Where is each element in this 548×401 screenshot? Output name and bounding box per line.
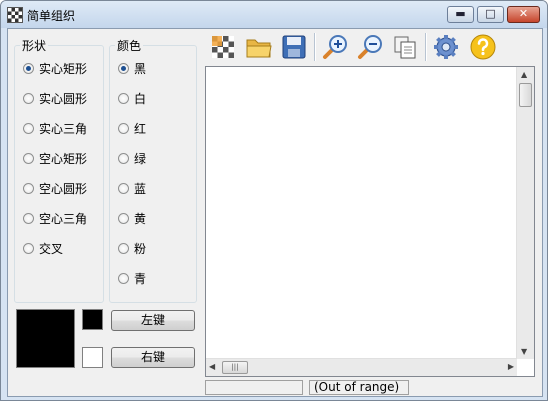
drawing-canvas[interactable]: ▲ ▼ ◀ ||| ▶ (205, 66, 535, 377)
shape-radio-label: 实心三角 (39, 121, 88, 136)
minimize-button[interactable]: ▬ (447, 6, 474, 23)
color-radio-label: 青 (134, 271, 147, 286)
shape-radio-label: 实心矩形 (39, 61, 88, 76)
radio-circle-icon[interactable] (118, 182, 129, 194)
color-radio-label: 白 (134, 91, 147, 106)
color-radio-2[interactable]: 红 (118, 120, 146, 136)
horizontal-scroll-thumb[interactable]: ||| (222, 361, 248, 374)
scroll-right-arrow-icon[interactable]: ▶ (508, 362, 514, 371)
primary-color-swatch[interactable] (16, 309, 75, 368)
radio-circle-icon[interactable] (118, 62, 129, 74)
right-color-swatch[interactable] (82, 347, 103, 368)
close-button[interactable]: ✕ (507, 6, 540, 23)
open-folder-icon[interactable] (244, 32, 274, 62)
scroll-left-arrow-icon[interactable]: ◀ (209, 362, 215, 371)
radio-circle-icon[interactable] (23, 92, 34, 104)
color-radio-1[interactable]: 白 (118, 90, 146, 106)
radio-circle-icon[interactable] (118, 212, 129, 224)
status-bar: (Out of range) (8, 379, 542, 396)
save-icon[interactable] (279, 32, 309, 62)
shape-radio-label: 实心圆形 (39, 91, 88, 106)
color-radio-5[interactable]: 黄 (118, 210, 146, 226)
toolbar-separator (425, 33, 427, 61)
checkerboard-icon[interactable] (208, 32, 238, 62)
color-radio-label: 黄 (134, 211, 147, 226)
copy-icon[interactable] (390, 32, 420, 62)
shape-radio-5[interactable]: 空心三角 (23, 210, 87, 226)
color-group: 颜色 黑白红绿蓝黄粉青 (109, 37, 197, 303)
shape-radio-3[interactable]: 空心矩形 (23, 150, 87, 166)
shape-radio-1[interactable]: 实心圆形 (23, 90, 87, 106)
zoom-out-icon[interactable] (355, 32, 385, 62)
shape-radio-6[interactable]: 交叉 (23, 240, 63, 256)
color-radio-6[interactable]: 粉 (118, 240, 146, 256)
radio-circle-icon[interactable] (118, 122, 129, 134)
shape-radio-label: 空心三角 (39, 211, 88, 226)
status-coordinates: (Out of range) (309, 380, 409, 395)
color-radio-7[interactable]: 青 (118, 270, 146, 286)
radio-circle-icon[interactable] (118, 152, 129, 164)
settings-gear-icon[interactable] (431, 32, 461, 62)
help-icon[interactable] (468, 32, 498, 62)
vertical-scrollbar[interactable]: ▲ ▼ (516, 67, 534, 359)
shape-radio-4[interactable]: 空心圆形 (23, 180, 87, 196)
shape-radio-2[interactable]: 实心三角 (23, 120, 87, 136)
right-button[interactable]: 右键 (111, 347, 195, 368)
radio-circle-icon[interactable] (23, 212, 34, 224)
title-bar[interactable]: 简单组织 ▬ □ ✕ (1, 1, 547, 28)
radio-circle-icon[interactable] (23, 152, 34, 164)
app-window: 简单组织 ▬ □ ✕ 形状 实心矩形实心圆形实心三角空心矩形空心圆形空心三角交叉… (0, 0, 548, 401)
shape-group: 形状 实心矩形实心圆形实心三角空心矩形空心圆形空心三角交叉 (14, 37, 104, 303)
left-color-swatch[interactable] (82, 309, 103, 330)
app-icon (7, 7, 23, 23)
color-radio-label: 黑 (134, 61, 147, 76)
horizontal-scrollbar[interactable]: ◀ ||| ▶ (206, 358, 517, 376)
zoom-in-icon[interactable] (320, 32, 350, 62)
color-group-title: 颜色 (115, 37, 144, 54)
status-left-cell (205, 380, 303, 395)
scroll-up-arrow-icon[interactable]: ▲ (521, 70, 527, 79)
radio-circle-icon[interactable] (118, 242, 129, 254)
shape-radio-0[interactable]: 实心矩形 (23, 60, 87, 76)
client-area: 形状 实心矩形实心圆形实心三角空心矩形空心圆形空心三角交叉 颜色 黑白红绿蓝黄粉… (7, 28, 543, 397)
maximize-button[interactable]: □ (477, 6, 504, 23)
color-radio-0[interactable]: 黑 (118, 60, 146, 76)
radio-circle-icon[interactable] (118, 272, 129, 284)
radio-circle-icon[interactable] (23, 62, 34, 74)
color-radio-label: 绿 (134, 151, 147, 166)
color-radio-4[interactable]: 蓝 (118, 180, 146, 196)
radio-circle-icon[interactable] (23, 122, 34, 134)
left-button[interactable]: 左键 (111, 310, 195, 331)
color-radio-3[interactable]: 绿 (118, 150, 146, 166)
color-radio-label: 粉 (134, 241, 147, 256)
window-title: 简单组织 (27, 9, 76, 23)
shape-radio-label: 空心矩形 (39, 151, 88, 166)
scroll-down-arrow-icon[interactable]: ▼ (521, 347, 527, 356)
shape-radio-label: 交叉 (39, 241, 64, 256)
color-radio-label: 红 (134, 121, 147, 136)
radio-circle-icon[interactable] (23, 182, 34, 194)
color-radio-label: 蓝 (134, 181, 147, 196)
shape-group-title: 形状 (20, 37, 49, 54)
vertical-scroll-thumb[interactable] (519, 83, 532, 107)
toolbar-separator (314, 33, 316, 61)
shape-radio-label: 空心圆形 (39, 181, 88, 196)
radio-circle-icon[interactable] (118, 92, 129, 104)
radio-circle-icon[interactable] (23, 242, 34, 254)
